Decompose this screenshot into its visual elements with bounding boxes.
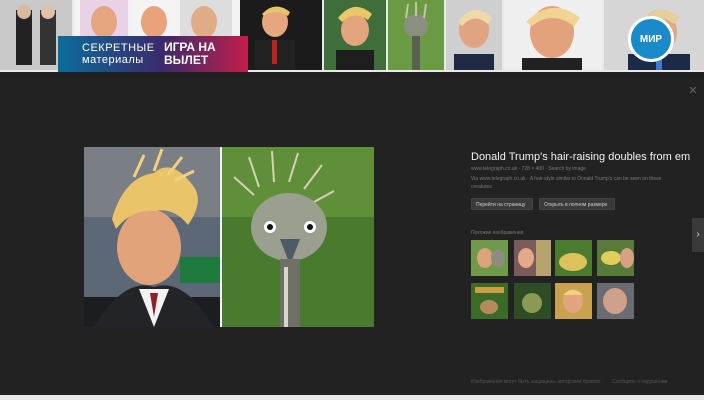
related-image-2[interactable] (514, 240, 551, 276)
preview-image[interactable] (84, 147, 374, 327)
related-image-8[interactable] (597, 283, 634, 319)
copyright-note: Изображения могут быть защищены авторски… (471, 379, 602, 385)
related-image-3[interactable] (555, 240, 592, 276)
related-image-6[interactable] (514, 283, 551, 319)
bottom-edge (0, 395, 704, 400)
image-meta: www.telegraph.co.uk · 728 × 400 · Search… (471, 166, 586, 172)
related-images-label: Похожие изображения (471, 230, 524, 236)
tv-banner: СЕКРЕТНЫЕ материалы ИГРА НА ВЫЛЕТ (58, 36, 248, 72)
thumbnail-3[interactable] (240, 0, 322, 70)
related-image-4[interactable] (597, 240, 634, 276)
image-description: Via www.telegraph.co.uk · A hair-style s… (471, 176, 662, 190)
related-image-5[interactable] (471, 283, 508, 319)
related-image-7[interactable] (555, 283, 592, 319)
report-link[interactable]: Сообщить о нарушении (612, 379, 667, 385)
view-full-size-button[interactable]: Открыть в полном размере (539, 198, 615, 210)
close-icon[interactable]: ✕ (688, 86, 698, 97)
banner-left-text: СЕКРЕТНЫЕ материалы (82, 42, 155, 66)
banner-right-text: ИГРА НА ВЫЛЕТ (164, 40, 216, 67)
thumbnail-6[interactable] (446, 0, 502, 70)
thumbnail-5[interactable] (388, 0, 444, 70)
image-title[interactable]: Donald Trump's hair-raising doubles from… (471, 151, 691, 163)
chevron-right-icon[interactable]: › (692, 218, 704, 252)
visit-page-button[interactable]: Перейти на страницу (471, 198, 533, 210)
channel-logo: МИР (628, 16, 674, 62)
thumbnail-7[interactable] (504, 0, 602, 70)
channel-logo-text: МИР (639, 33, 663, 45)
related-image-1[interactable] (471, 240, 508, 276)
thumbnail-4-selected[interactable] (324, 0, 386, 70)
